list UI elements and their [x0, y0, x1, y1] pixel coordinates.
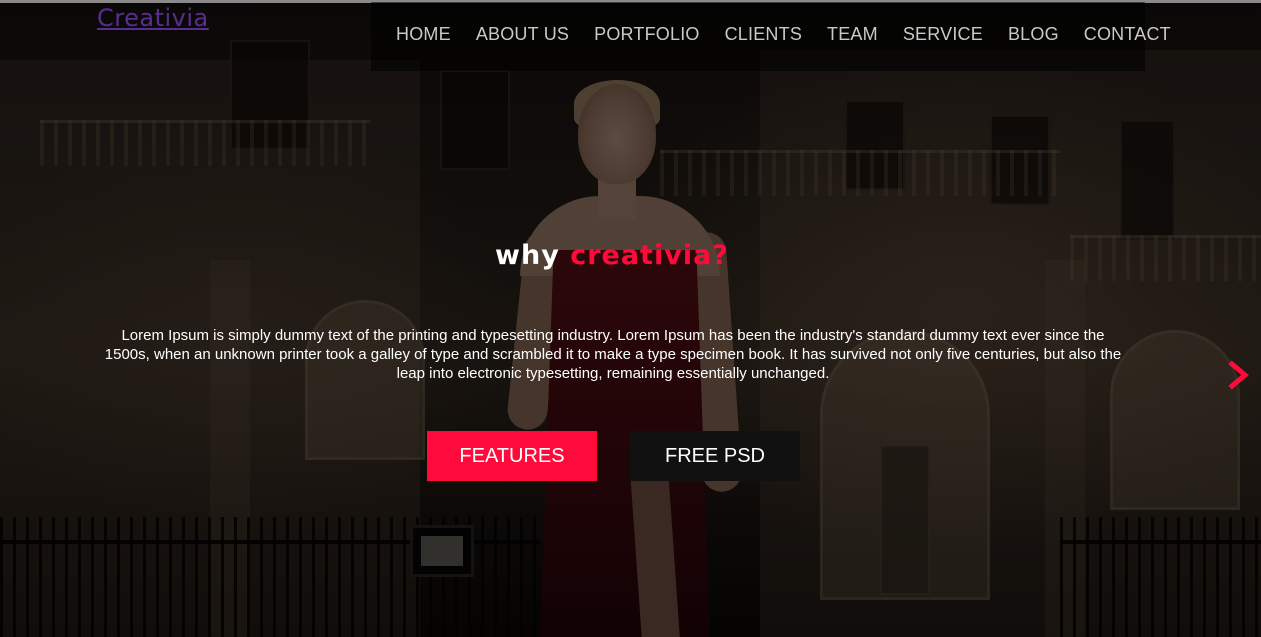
hero-intro-text: Lorem Ipsum is simply dummy text of the … [104, 327, 1122, 382]
features-button[interactable]: FEATURES [427, 431, 597, 481]
nav-item-team[interactable]: TEAM [827, 24, 878, 45]
nav-item-home[interactable]: HOME [396, 24, 451, 45]
nav-list: HOME ABOUT US PORTFOLIO CLIENTS TEAM SER… [396, 24, 1171, 45]
headline-word: why [495, 240, 560, 271]
dark-overlay [0, 0, 1261, 637]
hero-headline: why creativia? [0, 240, 1224, 271]
nav-item-service[interactable]: SERVICE [903, 24, 983, 45]
nav-item-contact[interactable]: CONTACT [1084, 24, 1171, 45]
site-logo[interactable]: Creativia [97, 4, 209, 32]
nav-item-clients[interactable]: CLIENTS [725, 24, 802, 45]
chevron-right-icon[interactable] [1226, 360, 1252, 390]
nav-item-portfolio[interactable]: PORTFOLIO [594, 24, 700, 45]
free-psd-button[interactable]: FREE PSD [630, 431, 800, 481]
nav-item-about-us[interactable]: ABOUT US [476, 24, 569, 45]
main-nav: HOME ABOUT US PORTFOLIO CLIENTS TEAM SER… [371, 2, 1171, 71]
headline-brand: creativia? [570, 240, 729, 271]
nav-item-blog[interactable]: BLOG [1008, 24, 1059, 45]
